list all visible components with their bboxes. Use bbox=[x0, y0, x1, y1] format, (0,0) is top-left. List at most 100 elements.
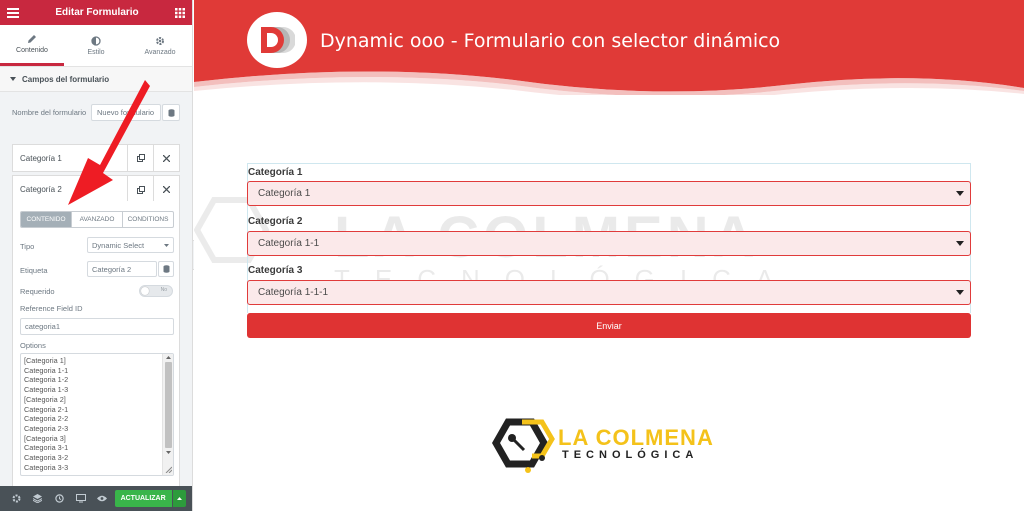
brand-subtitle: TECNOLÓGICA bbox=[562, 449, 699, 461]
etiqueta-label: Etiqueta bbox=[20, 266, 48, 275]
copy-icon bbox=[136, 154, 145, 162]
panel-title: Editar Formulario bbox=[55, 7, 139, 18]
duplicate-item-button[interactable] bbox=[127, 176, 153, 203]
hexagon-logo-icon bbox=[491, 418, 555, 473]
etiqueta-value: Categoría 2 bbox=[92, 264, 132, 274]
tab-contenido[interactable]: Contenido bbox=[0, 25, 64, 66]
preview-button[interactable] bbox=[91, 486, 112, 511]
scroll-thumb[interactable] bbox=[165, 362, 172, 448]
remove-item-button[interactable] bbox=[153, 145, 179, 171]
navigator-button[interactable] bbox=[27, 486, 48, 511]
type-label: Tipo bbox=[20, 242, 35, 251]
requerido-toggle[interactable]: No bbox=[139, 285, 173, 297]
copy-icon bbox=[136, 185, 145, 194]
tab-contenido-label: Contenido bbox=[16, 47, 48, 54]
select-value: Categoría 1-1-1 bbox=[258, 287, 329, 298]
contrast-icon bbox=[91, 35, 101, 46]
select-value: Categoría 1-1 bbox=[258, 238, 320, 249]
responsive-mode-button[interactable] bbox=[70, 486, 91, 511]
option-line: Categoria 3-2 bbox=[24, 453, 69, 463]
duplicate-item-button[interactable] bbox=[127, 145, 153, 171]
dropdown-caret-icon bbox=[956, 290, 964, 295]
editor-sidebar: Editar Formulario Contenido Estilo Avanz… bbox=[0, 0, 193, 511]
field-label-categoria-3: Categoría 3 bbox=[248, 265, 303, 276]
tab-avanzado[interactable]: Avanzado bbox=[128, 25, 192, 66]
close-icon bbox=[163, 154, 170, 162]
section-campos-toggle[interactable]: Campos del formulario bbox=[0, 67, 192, 92]
field-label-categoria-1: Categoría 1 bbox=[248, 167, 303, 178]
hamburger-menu-icon[interactable] bbox=[7, 7, 19, 18]
tab-avanzado-label: Avanzado bbox=[144, 48, 176, 56]
widgets-grid-icon[interactable] bbox=[174, 7, 185, 18]
toggle-state: No bbox=[160, 287, 167, 293]
form-name-input[interactable]: Nuevo formulario bbox=[91, 104, 161, 121]
update-button[interactable]: ACTUALIZAR bbox=[114, 490, 172, 507]
history-icon bbox=[55, 494, 64, 503]
settings-footer-button[interactable] bbox=[6, 486, 27, 511]
submit-button[interactable]: Enviar bbox=[247, 313, 971, 338]
options-scrollbar[interactable] bbox=[162, 354, 173, 475]
update-options-button[interactable] bbox=[172, 490, 186, 507]
option-line: Categoria 2-1 bbox=[24, 404, 69, 414]
panel-tabs: Contenido Estilo Avanzado bbox=[0, 25, 192, 67]
tab-estilo[interactable]: Estilo bbox=[64, 25, 128, 66]
option-line: Categoria 1-2 bbox=[24, 375, 69, 385]
field-label-categoria-2: Categoría 2 bbox=[248, 216, 303, 227]
etiqueta-input[interactable]: Categoría 2 bbox=[87, 261, 157, 277]
select-categoria-3[interactable]: Categoría 1-1-1 bbox=[247, 280, 971, 305]
select-categoria-2[interactable]: Categoría 1-1 bbox=[247, 231, 971, 256]
pencil-icon bbox=[28, 35, 36, 43]
page-title: Dynamic ooo - Formulario con selector di… bbox=[320, 30, 781, 52]
panel-body: Campos del formulario Nombre del formula… bbox=[0, 67, 192, 486]
repeater-item-label[interactable]: Categoría 2 bbox=[13, 185, 127, 194]
option-line: Categoria 3-3 bbox=[24, 462, 69, 472]
chevron-down-icon bbox=[164, 244, 169, 247]
type-value: Dynamic Select bbox=[92, 240, 145, 250]
history-button[interactable] bbox=[49, 486, 70, 511]
type-select[interactable]: Dynamic Select bbox=[87, 237, 174, 253]
select-value: Categoría 1 bbox=[258, 188, 311, 199]
site-logo bbox=[247, 12, 307, 68]
dropdown-caret-icon bbox=[956, 241, 964, 246]
section-title: Campos del formulario bbox=[22, 74, 110, 84]
option-line: [Categoria 2] bbox=[24, 394, 66, 404]
eye-icon bbox=[96, 495, 107, 502]
options-label: Options bbox=[20, 341, 46, 350]
layers-icon bbox=[33, 494, 43, 503]
field-settings-tabs: CONTENIDO AVANZADO CONDITIONS bbox=[20, 211, 174, 228]
tab-field-contenido[interactable]: CONTENIDO bbox=[21, 212, 72, 227]
panel-footer: ACTUALIZAR bbox=[0, 486, 192, 511]
brand-name: LA COLMENA bbox=[558, 425, 714, 450]
database-icon bbox=[168, 108, 174, 117]
options-list: [Categoria 1] Categoria 1-1 Categoria 1-2 C… bbox=[24, 356, 159, 472]
dynamic-tags-button[interactable] bbox=[162, 104, 180, 121]
remove-item-button[interactable] bbox=[153, 176, 179, 203]
reference-field-value: categoria1 bbox=[25, 322, 61, 331]
tab-field-avanzado[interactable]: AVANZADO bbox=[72, 212, 123, 227]
repeater-item-label[interactable]: Categoría 1 bbox=[13, 154, 127, 163]
desktop-icon bbox=[75, 494, 86, 503]
scroll-down-icon bbox=[166, 451, 171, 454]
gear-icon bbox=[156, 36, 164, 45]
etiqueta-dynamic-button[interactable] bbox=[158, 261, 174, 277]
tab-estilo-label: Estilo bbox=[87, 48, 105, 56]
page-preview: Dynamic ooo - Formulario con selector di… bbox=[194, 0, 1024, 511]
repeater-item-categoria-2: Categoría 2 bbox=[12, 175, 180, 203]
option-line: Categoria 3-1 bbox=[24, 443, 69, 453]
dropdown-caret-icon bbox=[956, 191, 964, 196]
scroll-up-icon bbox=[166, 356, 171, 359]
tab-field-conditions[interactable]: CONDITIONS bbox=[123, 212, 173, 227]
brand-logo: LA COLMENA TECNOLÓGICA bbox=[491, 418, 732, 474]
toggle-knob bbox=[141, 287, 149, 295]
caret-down-icon bbox=[10, 77, 16, 81]
options-textarea[interactable]: [Categoria 1] Categoria 1-1 Categoria 1-2 C… bbox=[20, 353, 174, 476]
sidebar-header: Editar Formulario bbox=[0, 0, 192, 25]
resize-grip-icon[interactable] bbox=[165, 466, 172, 473]
close-icon bbox=[163, 186, 170, 193]
option-line: Categoria 2-3 bbox=[24, 423, 69, 433]
reference-field-input[interactable]: categoria1 bbox=[20, 318, 174, 335]
select-categoria-1[interactable]: Categoría 1 bbox=[247, 181, 971, 206]
field-settings-panel: CONTENIDO AVANZADO CONDITIONS Tipo Dynam… bbox=[12, 201, 180, 486]
option-line: Categoria 1-3 bbox=[24, 385, 69, 395]
requerido-label: Requerido bbox=[20, 287, 55, 296]
